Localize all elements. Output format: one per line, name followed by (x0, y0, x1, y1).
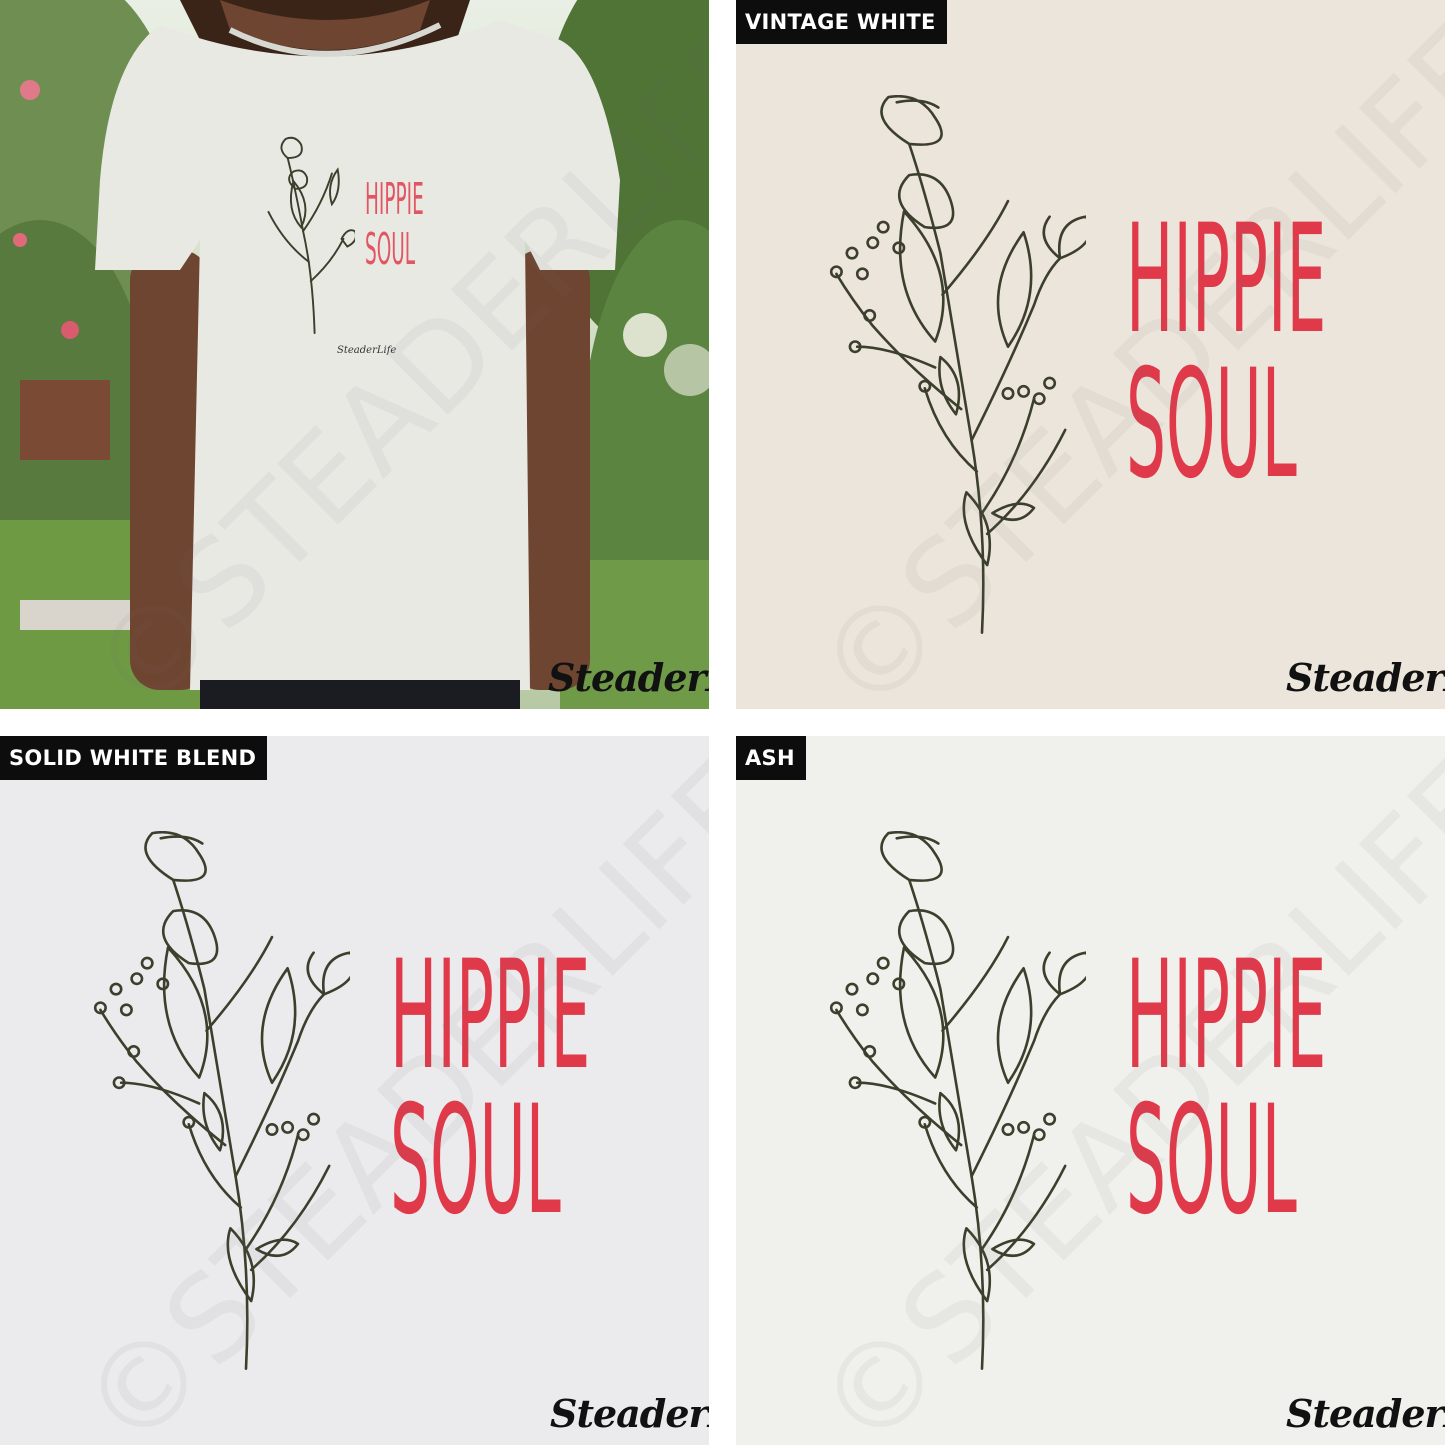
swatch-label: ASH (736, 736, 806, 780)
design-text-hippie: HIPPIE (1126, 193, 1327, 367)
swatch-label: VINTAGE WHITE (736, 0, 947, 44)
floral-sprig-icon (267, 136, 355, 335)
shirt-text-hippie: HIPPIE (365, 174, 424, 225)
swatch-solid-white-blend: SOLID WHITE BLEND HIPPIE SOUL ©STEADERLI… (0, 736, 709, 1445)
design-text-soul: SOUL (390, 1074, 561, 1248)
brand-logo: SteaderLife (1286, 1391, 1445, 1436)
brand-logo: SteaderLife (1286, 655, 1445, 700)
brand-logo: SteaderLife (548, 655, 709, 700)
swatch-ash: ASH HIPPIE SOUL ©STEADERLIFE Steader (736, 736, 1445, 1445)
swatch-label: SOLID WHITE BLEND (0, 736, 268, 780)
design-text-soul: SOUL (1126, 338, 1297, 512)
design-text-hippie: HIPPIE (1126, 929, 1327, 1103)
floral-sprig-icon (93, 831, 350, 1370)
floral-sprig-icon (829, 95, 1086, 634)
design-text-soul: SOUL (1126, 1074, 1297, 1248)
design-text-hippie: HIPPIE (390, 929, 591, 1103)
swatch-vintage-white: VINTAGE WHITE HIPPIE SOUL ©STEADERLIFE S… (736, 0, 1445, 709)
brand-logo: SteaderLife (550, 1391, 709, 1436)
product-photo-panel: HIPPIE SOUL SteaderLife ©STEADERLIFE Ste… (0, 0, 709, 709)
shirt-text-soul: SOUL (365, 224, 416, 275)
shirt-brand-logo: SteaderLife (337, 345, 397, 356)
floral-sprig-icon (829, 831, 1086, 1370)
